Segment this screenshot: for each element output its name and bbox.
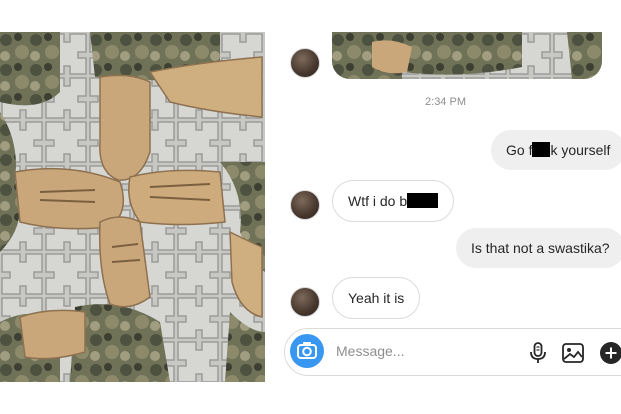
add-icon	[600, 342, 621, 364]
add-button[interactable]	[599, 341, 621, 365]
message-text: k yourself	[550, 142, 611, 158]
gallery-button[interactable]	[561, 341, 585, 365]
message-composer: Message...	[284, 328, 621, 376]
contact-avatar[interactable]	[290, 190, 320, 220]
shared-photo	[0, 32, 265, 382]
sent-message[interactable]: Is that not a swastika?	[456, 228, 621, 268]
redaction-block	[532, 142, 551, 157]
image-message-thumbnail	[332, 32, 602, 79]
gallery-icon	[562, 343, 584, 363]
received-message[interactable]: Wtf i do b	[332, 180, 455, 222]
camera-icon	[297, 342, 317, 359]
message-text: Is that not a swastika?	[471, 240, 610, 256]
message-text: Go f	[506, 142, 533, 158]
image-message[interactable]	[332, 32, 602, 79]
message-text: Wtf i do b	[348, 193, 408, 209]
camera-button[interactable]	[290, 334, 324, 368]
message-input[interactable]: Message...	[336, 343, 404, 359]
microphone-button[interactable]	[526, 341, 550, 365]
redaction-block	[407, 193, 439, 208]
message-text: Yeah it is	[348, 290, 405, 306]
sent-message[interactable]: Go f k yourself	[491, 130, 621, 170]
boots-photo-illustration	[0, 32, 265, 382]
message-timestamp: 2:34 PM	[425, 96, 466, 108]
microphone-icon	[530, 342, 546, 363]
received-message[interactable]: Yeah it is	[332, 277, 421, 319]
contact-avatar[interactable]	[290, 48, 320, 78]
chat-thread: 2:34 PM Go f k yourself Wtf i do b Is tha…	[270, 0, 621, 414]
contact-avatar[interactable]	[290, 287, 320, 317]
